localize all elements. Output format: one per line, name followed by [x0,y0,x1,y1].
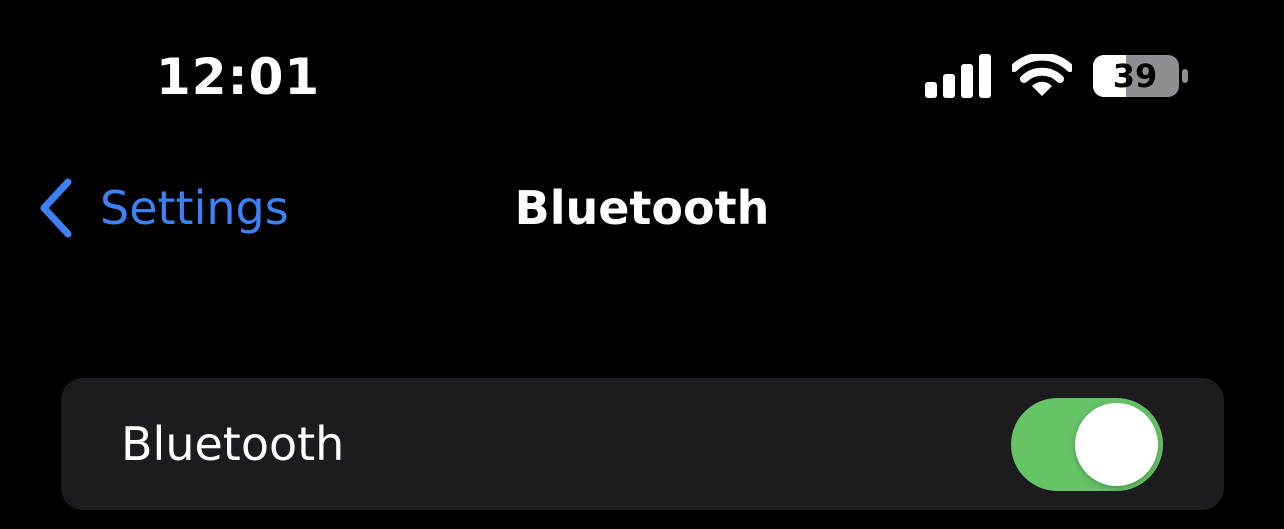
bluetooth-settings-group: Bluetooth [61,378,1224,510]
chevron-left-icon [40,178,72,238]
bluetooth-settings-screen: 12:01 39 Bluetooth Settings Bluetooth [0,0,1284,529]
wifi-icon [1012,54,1072,96]
back-button-label: Settings [100,181,289,235]
bluetooth-row-label: Bluetooth [121,417,345,471]
back-button[interactable]: Settings [38,176,289,240]
bluetooth-toggle[interactable] [1011,398,1163,491]
toggle-knob [1075,403,1158,486]
status-icons: 39 [925,54,1190,98]
battery-level: 39 [1112,57,1158,95]
status-time: 12:01 [156,48,321,106]
signal-icon [925,54,991,98]
